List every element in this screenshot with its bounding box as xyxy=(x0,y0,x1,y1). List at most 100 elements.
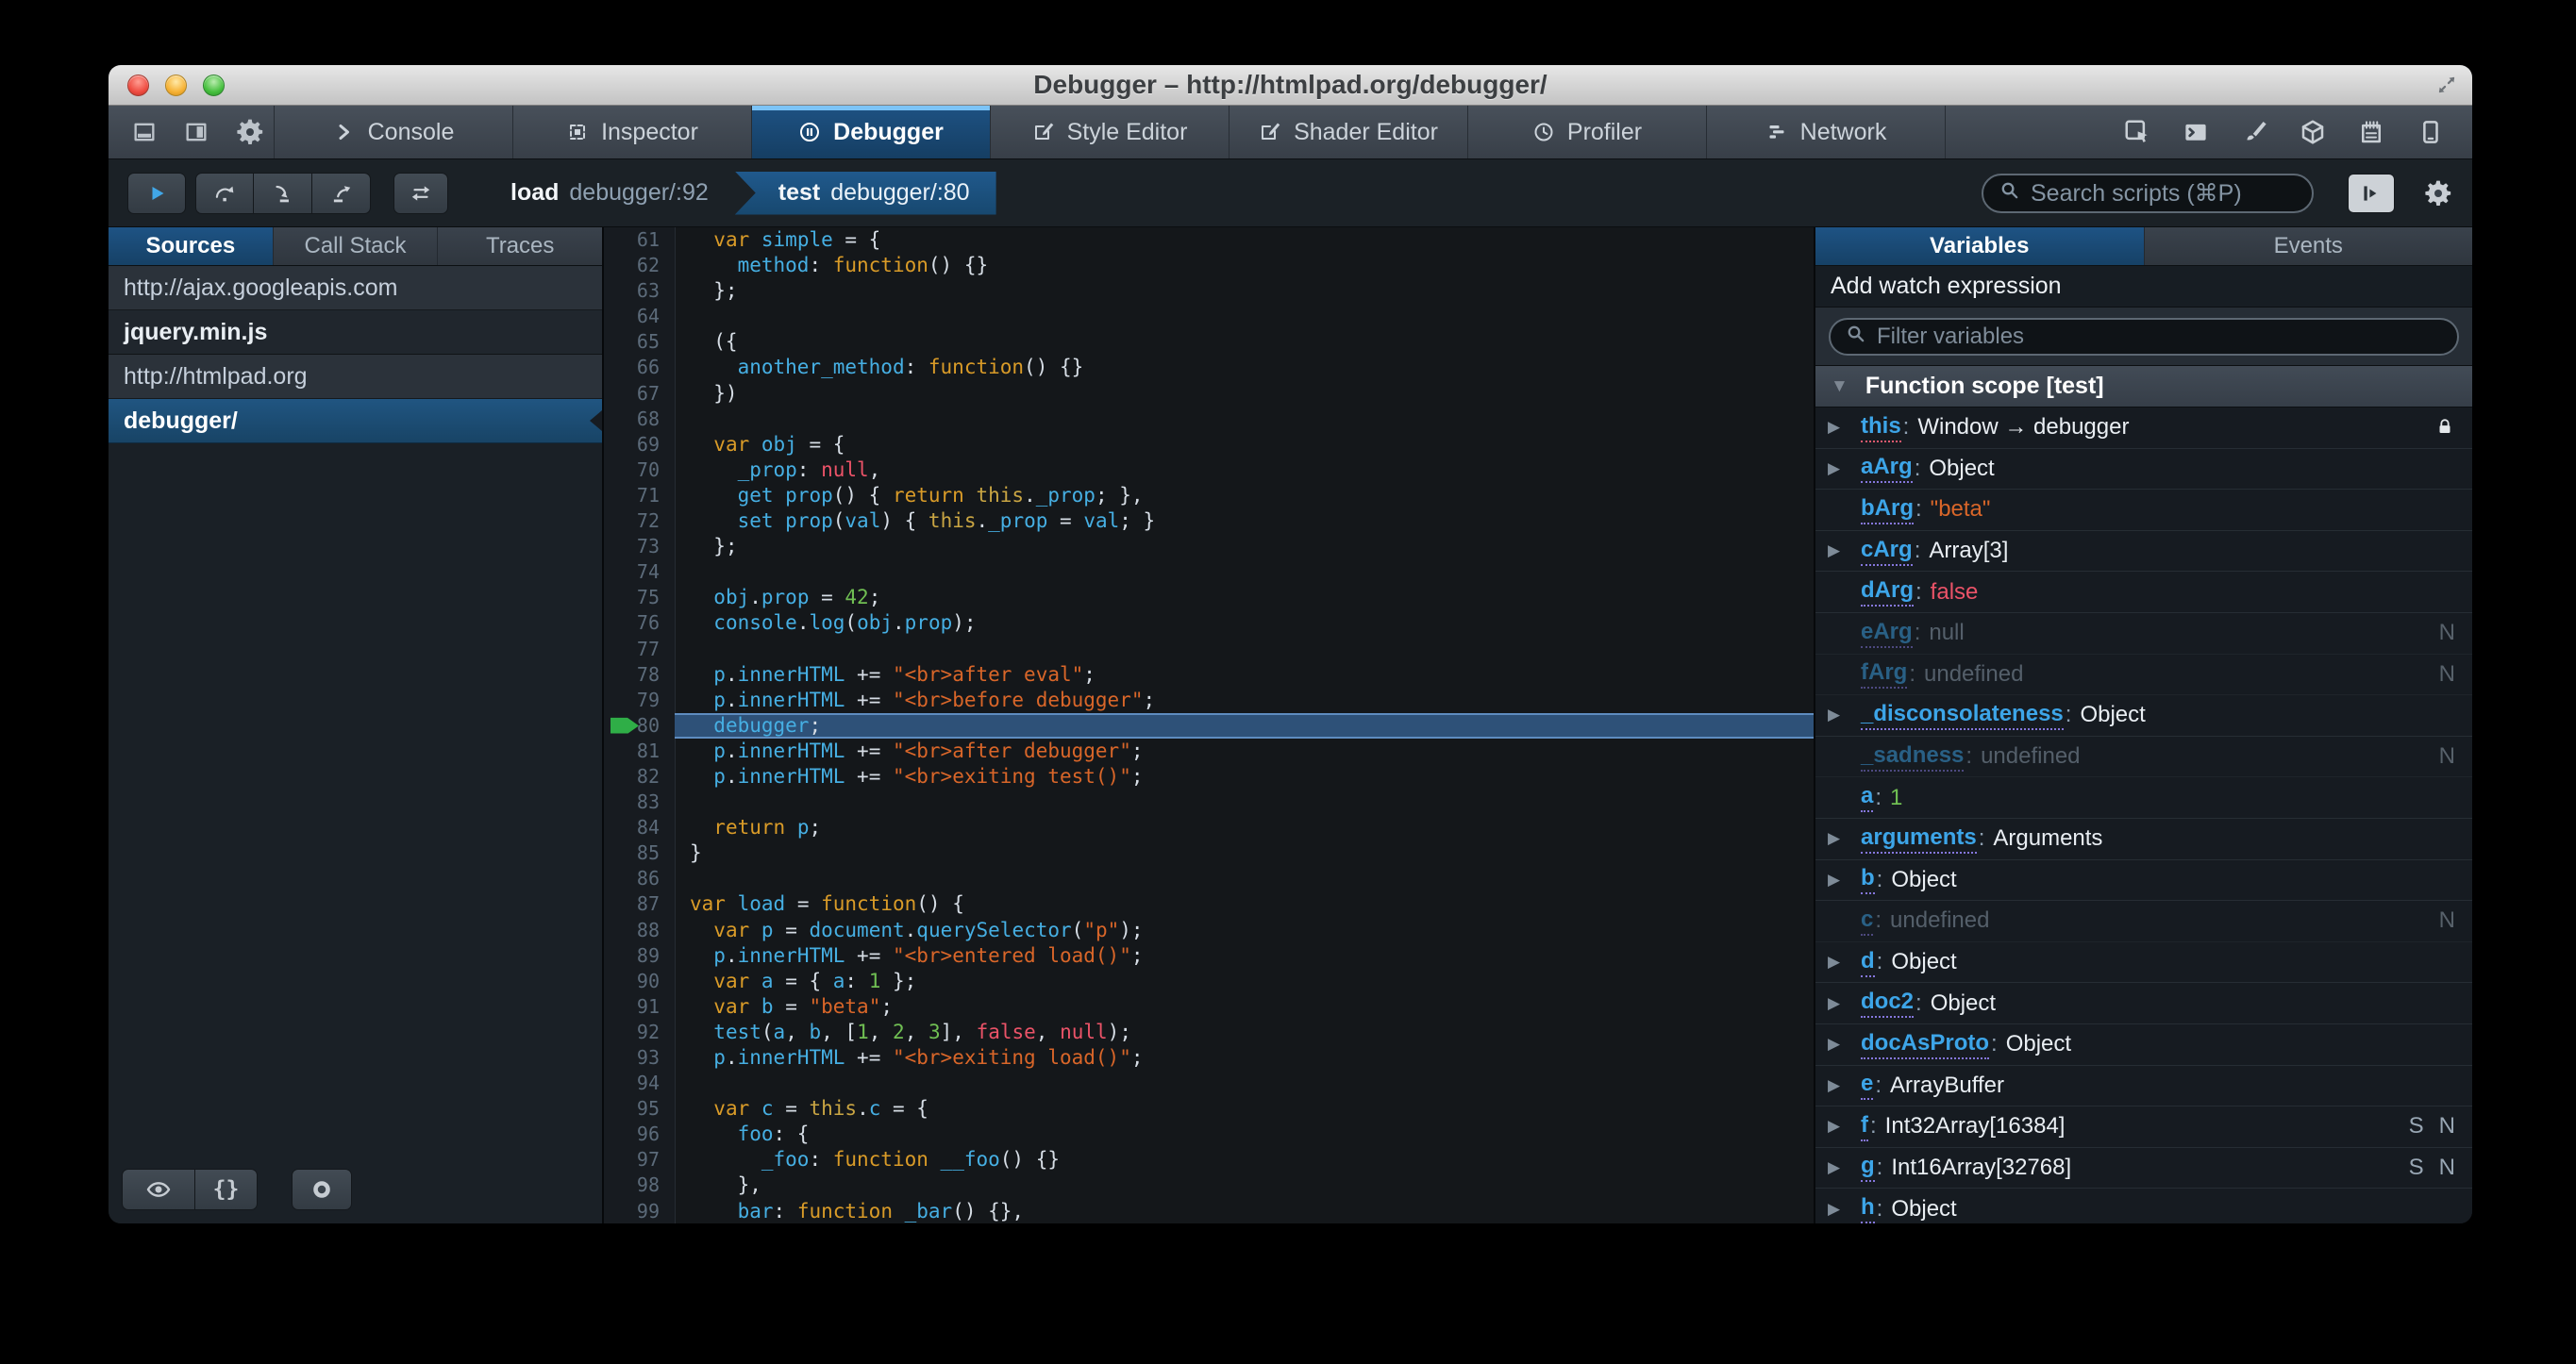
line-number[interactable]: 67 xyxy=(604,381,675,407)
code-line-78[interactable]: 78 p.innerHTML += "<br>after eval"; xyxy=(604,662,1814,688)
expand-icon[interactable]: ▶ xyxy=(1828,459,1840,478)
code-line-77[interactable]: 77 xyxy=(604,637,1814,662)
scope-header[interactable]: ▼ Function scope [test] xyxy=(1815,366,2472,408)
variable-row-f[interactable]: ▶ f: Int32Array[16384] S N xyxy=(1815,1106,2472,1148)
tab-style-editor[interactable]: Style Editor xyxy=(991,106,1229,158)
line-number[interactable]: 87 xyxy=(604,891,675,917)
variable-row-e[interactable]: ▶ e: ArrayBuffer xyxy=(1815,1065,2472,1107)
code-line-82[interactable]: 82 p.innerHTML += "<br>exiting test()"; xyxy=(604,764,1814,790)
variable-row-c[interactable]: c: undefined N xyxy=(1815,901,2472,942)
variable-value[interactable]: Array[3] xyxy=(1929,538,2008,564)
line-number[interactable]: 89 xyxy=(604,943,675,969)
code-line-92[interactable]: 92 test(a, b, [1, 2, 3], false, null); xyxy=(604,1020,1814,1045)
tab-profiler[interactable]: Profiler xyxy=(1468,106,1707,158)
variable-name[interactable]: fArg xyxy=(1861,659,1908,690)
minimize-window-button[interactable] xyxy=(165,74,187,96)
line-number[interactable]: 65 xyxy=(604,329,675,355)
blackbox-source-button[interactable] xyxy=(122,1169,195,1210)
line-number[interactable]: 97 xyxy=(604,1147,675,1173)
tab-sources[interactable]: Sources xyxy=(109,227,274,265)
filter-variables-input[interactable]: Filter variables xyxy=(1829,317,2459,356)
variable-name[interactable]: dArg xyxy=(1861,577,1914,607)
variable-row-a[interactable]: a:1 xyxy=(1815,777,2472,819)
expand-icon[interactable]: ▶ xyxy=(1828,829,1840,848)
stack-frame-crumb-0[interactable]: load debugger/:92 xyxy=(484,172,735,215)
variable-name[interactable]: d xyxy=(1861,948,1875,977)
line-number[interactable]: 61 xyxy=(604,227,675,253)
line-number[interactable]: 77 xyxy=(604,637,675,662)
code-line-97[interactable]: 97 _foo: function __foo() {} xyxy=(604,1147,1814,1173)
responsive-mode-button[interactable] xyxy=(2416,118,2444,146)
expand-panes-button[interactable] xyxy=(2348,173,2395,213)
tab-inspector[interactable]: Inspector xyxy=(513,106,752,158)
variable-name[interactable]: aArg xyxy=(1861,454,1913,484)
expand-icon[interactable]: ▶ xyxy=(1828,953,1840,972)
variable-row-_disconsolateness[interactable]: ▶ _disconsolateness: Object xyxy=(1815,695,2472,737)
line-number[interactable]: 83 xyxy=(604,790,675,815)
line-number[interactable]: 99 xyxy=(604,1199,675,1223)
variable-row-b[interactable]: ▶ b: Object xyxy=(1815,859,2472,902)
line-number[interactable]: 62 xyxy=(604,253,675,278)
variable-name[interactable]: g xyxy=(1861,1153,1875,1183)
code-line-94[interactable]: 94 xyxy=(604,1071,1814,1096)
code-line-79[interactable]: 79 p.innerHTML += "<br>before debugger"; xyxy=(604,688,1814,713)
variable-row-dArg[interactable]: dArg: false xyxy=(1815,572,2472,613)
line-number[interactable]: 88 xyxy=(604,918,675,943)
expand-icon[interactable]: ▶ xyxy=(1828,418,1840,437)
variable-value[interactable]: Object xyxy=(2080,702,2145,728)
code-line-67[interactable]: 67 }) xyxy=(604,381,1814,407)
line-number[interactable]: 74 xyxy=(604,559,675,585)
toggle-pause-exceptions-button[interactable] xyxy=(393,172,448,214)
tab-events[interactable]: Events xyxy=(2145,227,2473,265)
line-number[interactable]: 70 xyxy=(604,457,675,483)
tab-traces[interactable]: Traces xyxy=(438,227,602,265)
line-number[interactable]: 75 xyxy=(604,585,675,610)
code-line-83[interactable]: 83 xyxy=(604,790,1814,815)
variable-name[interactable]: eArg xyxy=(1861,619,1913,648)
code-line-63[interactable]: 63 }; xyxy=(604,278,1814,304)
variable-name[interactable]: h xyxy=(1861,1194,1875,1223)
variable-name[interactable]: cArg xyxy=(1861,537,1913,566)
pick-element-button[interactable] xyxy=(2123,118,2151,146)
variable-name[interactable]: doc2 xyxy=(1861,989,1915,1019)
paintbrush-button[interactable] xyxy=(2240,118,2268,146)
code-line-61[interactable]: 61 var simple = { xyxy=(604,227,1814,253)
variable-row-cArg[interactable]: ▶ cArg: Array[3] xyxy=(1815,530,2472,573)
line-number[interactable]: 94 xyxy=(604,1071,675,1096)
variable-value[interactable]: undefined xyxy=(1890,907,1989,934)
code-line-85[interactable]: 85} xyxy=(604,840,1814,866)
line-number[interactable]: 92 xyxy=(604,1020,675,1045)
tab-call-stack[interactable]: Call Stack xyxy=(274,227,439,265)
line-number[interactable]: 93 xyxy=(604,1045,675,1071)
line-number[interactable]: 84 xyxy=(604,815,675,840)
variable-value[interactable]: false xyxy=(1931,579,1979,606)
expand-icon[interactable]: ▶ xyxy=(1828,1200,1840,1219)
variable-row-this[interactable]: ▶ this: Window → debugger xyxy=(1815,408,2472,449)
variable-name[interactable]: e xyxy=(1861,1071,1874,1101)
code-line-98[interactable]: 98 }, xyxy=(604,1173,1814,1198)
variable-value[interactable]: Int16Array[32768] xyxy=(1891,1155,2071,1181)
source-group-http-htmlpad-org[interactable]: http://htmlpad.org xyxy=(109,355,602,399)
code-line-62[interactable]: 62 method: function() {} xyxy=(604,253,1814,278)
variable-name[interactable]: bArg xyxy=(1861,495,1914,524)
code-line-89[interactable]: 89 p.innerHTML += "<br>entered load()"; xyxy=(604,943,1814,969)
line-number[interactable]: 82 xyxy=(604,764,675,790)
variable-value[interactable]: Window → debugger xyxy=(1917,414,2129,441)
step-in-button[interactable] xyxy=(254,172,312,214)
variable-value[interactable]: Object xyxy=(1891,1196,1956,1223)
line-number[interactable]: 68 xyxy=(604,407,675,432)
variable-row-h[interactable]: ▶ h: Object xyxy=(1815,1189,2472,1223)
code-line-93[interactable]: 93 p.innerHTML += "<br>exiting load()"; xyxy=(604,1045,1814,1071)
code-line-95[interactable]: 95 var c = this.c = { xyxy=(604,1096,1814,1122)
scratchpad-button[interactable] xyxy=(2357,118,2385,146)
tab-shader-editor[interactable]: Shader Editor xyxy=(1229,106,1468,158)
variable-value[interactable]: Object xyxy=(1891,949,1956,975)
expand-icon[interactable]: ▶ xyxy=(1828,1076,1840,1095)
code-line-91[interactable]: 91 var b = "beta"; xyxy=(604,994,1814,1020)
variable-row-eArg[interactable]: eArg: null N xyxy=(1815,612,2472,655)
code-line-65[interactable]: 65 ({ xyxy=(604,329,1814,355)
variable-name[interactable]: _disconsolateness xyxy=(1861,701,2064,730)
code-line-73[interactable]: 73 }; xyxy=(604,534,1814,559)
variable-value[interactable]: Int32Array[16384] xyxy=(1885,1113,2066,1139)
variable-row-g[interactable]: ▶ g: Int16Array[32768] S N xyxy=(1815,1147,2472,1189)
